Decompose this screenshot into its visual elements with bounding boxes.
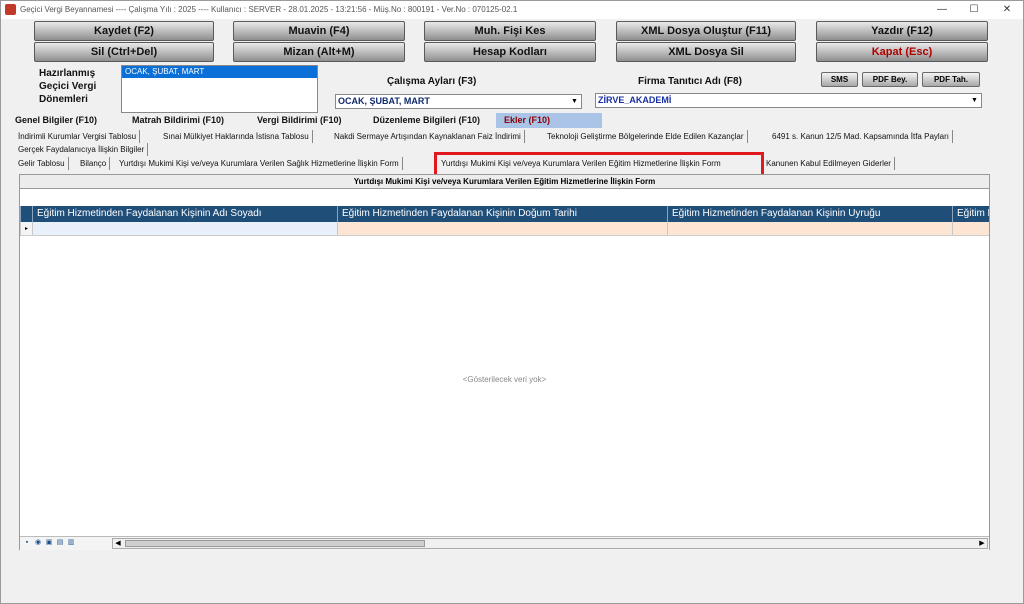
subtab-bilanco[interactable]: Bilanço	[77, 157, 111, 170]
close-button[interactable]: ✕	[993, 2, 1021, 18]
form-panel: Yurtdışı Mukimi Kişi ve/veya Kurumlara V…	[19, 174, 990, 550]
delete-button[interactable]: Sil (Ctrl+Del)	[34, 42, 214, 62]
col-egitim-h[interactable]: Eğitim H	[952, 206, 989, 222]
close-app-button[interactable]: Kapat (Esc)	[816, 42, 988, 62]
horizontal-scrollbar[interactable]: ◀ ▶	[112, 538, 988, 549]
row-indicator-header	[20, 206, 32, 222]
col-dogum-tarihi[interactable]: Eğitim Hizmetinden Faydalanan Kişinin Do…	[337, 206, 667, 222]
app-icon	[5, 4, 16, 15]
scroll-left-icon[interactable]: ◀	[113, 539, 123, 548]
scroll-right-icon[interactable]: ▶	[977, 539, 987, 548]
period-list-item[interactable]: OCAK, ŞUBAT, MART	[122, 66, 317, 78]
subtab-saglik-hizmetleri[interactable]: Yurtdışı Mukimi Kişi ve/veya Kurumlara V…	[116, 157, 403, 170]
minimize-button[interactable]: —	[928, 2, 956, 18]
work-months-value: OCAK, ŞUBAT, MART	[338, 96, 430, 106]
col-adi-soyadi[interactable]: Eğitim Hizmetinden Faydalanan Kişinin Ad…	[32, 206, 337, 222]
subtab-kanunen-kabul-edilmeyen[interactable]: Kanunen Kabul Edilmeyen Giderler	[763, 157, 895, 170]
table-row[interactable]: ▸	[20, 222, 989, 236]
filter-icon[interactable]: ▣	[45, 539, 53, 547]
cell-dogum-tarihi[interactable]	[337, 222, 667, 235]
work-months-select[interactable]: OCAK, ŞUBAT, MART ▼	[335, 94, 582, 109]
row-indicator-icon: ▸	[20, 222, 32, 235]
periods-label-1: Hazırlanmış	[39, 68, 96, 79]
save-button[interactable]: Kaydet (F2)	[34, 21, 214, 41]
subtab-gercek-faydalaniciya[interactable]: Gerçek Faydalanıcıya İlişkin Bilgiler	[15, 143, 149, 156]
maximize-button[interactable]: ☐	[960, 2, 988, 18]
firm-value: ZİRVE_AKADEMİ	[598, 95, 672, 105]
subtab-6491-kanun[interactable]: 6491 s. Kanun 12/5 Mad. Kapsamında İtfa …	[769, 130, 953, 143]
work-months-label: Çalışma Ayları (F3)	[387, 76, 477, 87]
chevron-down-icon: ▼	[571, 98, 578, 105]
grid-header: Eğitim Hizmetinden Faydalanan Kişinin Ad…	[20, 206, 989, 222]
subtab-gelir-tablosu[interactable]: Gelir Tablosu	[15, 157, 69, 170]
firm-select[interactable]: ZİRVE_AKADEMİ ▼	[595, 93, 982, 108]
window-title: Geçici Vergi Beyannamesi ---- Çalışma Yı…	[20, 5, 518, 14]
subtab-nakdi-sermaye[interactable]: Nakdi Sermaye Artışından Kaynaklanan Fai…	[331, 130, 525, 143]
muh-fisi-kes-button[interactable]: Muh. Fişi Kes	[424, 21, 596, 41]
xml-delete-button[interactable]: XML Dosya Sil	[616, 42, 796, 62]
pdf-bey-button[interactable]: PDF Bey.	[862, 72, 918, 87]
empty-data-message: <Gösterilecek veri yok>	[462, 375, 547, 384]
preview-icon[interactable]: ▤	[56, 539, 64, 547]
sms-button[interactable]: SMS	[821, 72, 858, 87]
periods-label-3: Dönemleri	[39, 94, 88, 105]
form-title: Yurtdışı Mukimi Kişi ve/veya Kurumlara V…	[20, 175, 989, 189]
subtab-sinai-mulkiyet[interactable]: Sınai Mülkiyet Haklarında İstisna Tablos…	[160, 130, 313, 143]
tab-genel-bilgiler[interactable]: Genel Bilgiler (F10)	[15, 113, 97, 128]
cell-uyrugu[interactable]	[667, 222, 952, 235]
firm-label: Firma Tanıtıcı Adı (F8)	[638, 76, 742, 87]
app-window: Geçici Vergi Beyannamesi ---- Çalışma Yı…	[0, 0, 1024, 604]
scroll-thumb[interactable]	[125, 540, 425, 547]
cell-adi-soyadi[interactable]	[32, 222, 337, 235]
view-icon[interactable]: ◉	[34, 539, 42, 547]
cell-egitim-h[interactable]	[952, 222, 989, 235]
print-icon[interactable]: ▥	[67, 539, 75, 547]
xml-create-button[interactable]: XML Dosya Oluştur (F11)	[616, 21, 796, 41]
col-uyrugu[interactable]: Eğitim Hizmetinden Faydalanan Kişinin Uy…	[667, 206, 952, 222]
print-button[interactable]: Yazdır (F12)	[816, 21, 988, 41]
mizan-button[interactable]: Mizan (Alt+M)	[233, 42, 405, 62]
period-list[interactable]: OCAK, ŞUBAT, MART	[121, 65, 318, 113]
tab-duzenleme-bilgileri[interactable]: Düzenleme Bilgileri (F10)	[373, 113, 480, 128]
subtab-indirimli-kurumlar[interactable]: İndirimli Kurumlar Vergisi Tablosu	[15, 130, 141, 143]
chevron-down-icon: ▼	[971, 97, 978, 104]
muavin-button[interactable]: Muavin (F4)	[233, 21, 405, 41]
tab-matrah-bildirimi[interactable]: Matrah Bildirimi (F10)	[132, 113, 224, 128]
pdf-tah-button[interactable]: PDF Tah.	[922, 72, 980, 87]
title-bar: Geçici Vergi Beyannamesi ---- Çalışma Yı…	[1, 1, 1023, 19]
subtab-teknoloji-gelistirme[interactable]: Teknoloji Geliştirme Bölgelerinde Elde E…	[544, 130, 748, 143]
save-icon[interactable]: ▪	[23, 539, 31, 547]
periods-label-2: Geçici Vergi	[39, 81, 97, 92]
account-codes-button[interactable]: Hesap Kodları	[424, 42, 596, 62]
tab-vergi-bildirimi[interactable]: Vergi Bildirimi (F10)	[257, 113, 342, 128]
tab-ekler[interactable]: Ekler (F10)	[496, 113, 602, 128]
grid-footer: ▪ ◉ ▣ ▤ ▥ ◀ ▶	[20, 536, 989, 550]
